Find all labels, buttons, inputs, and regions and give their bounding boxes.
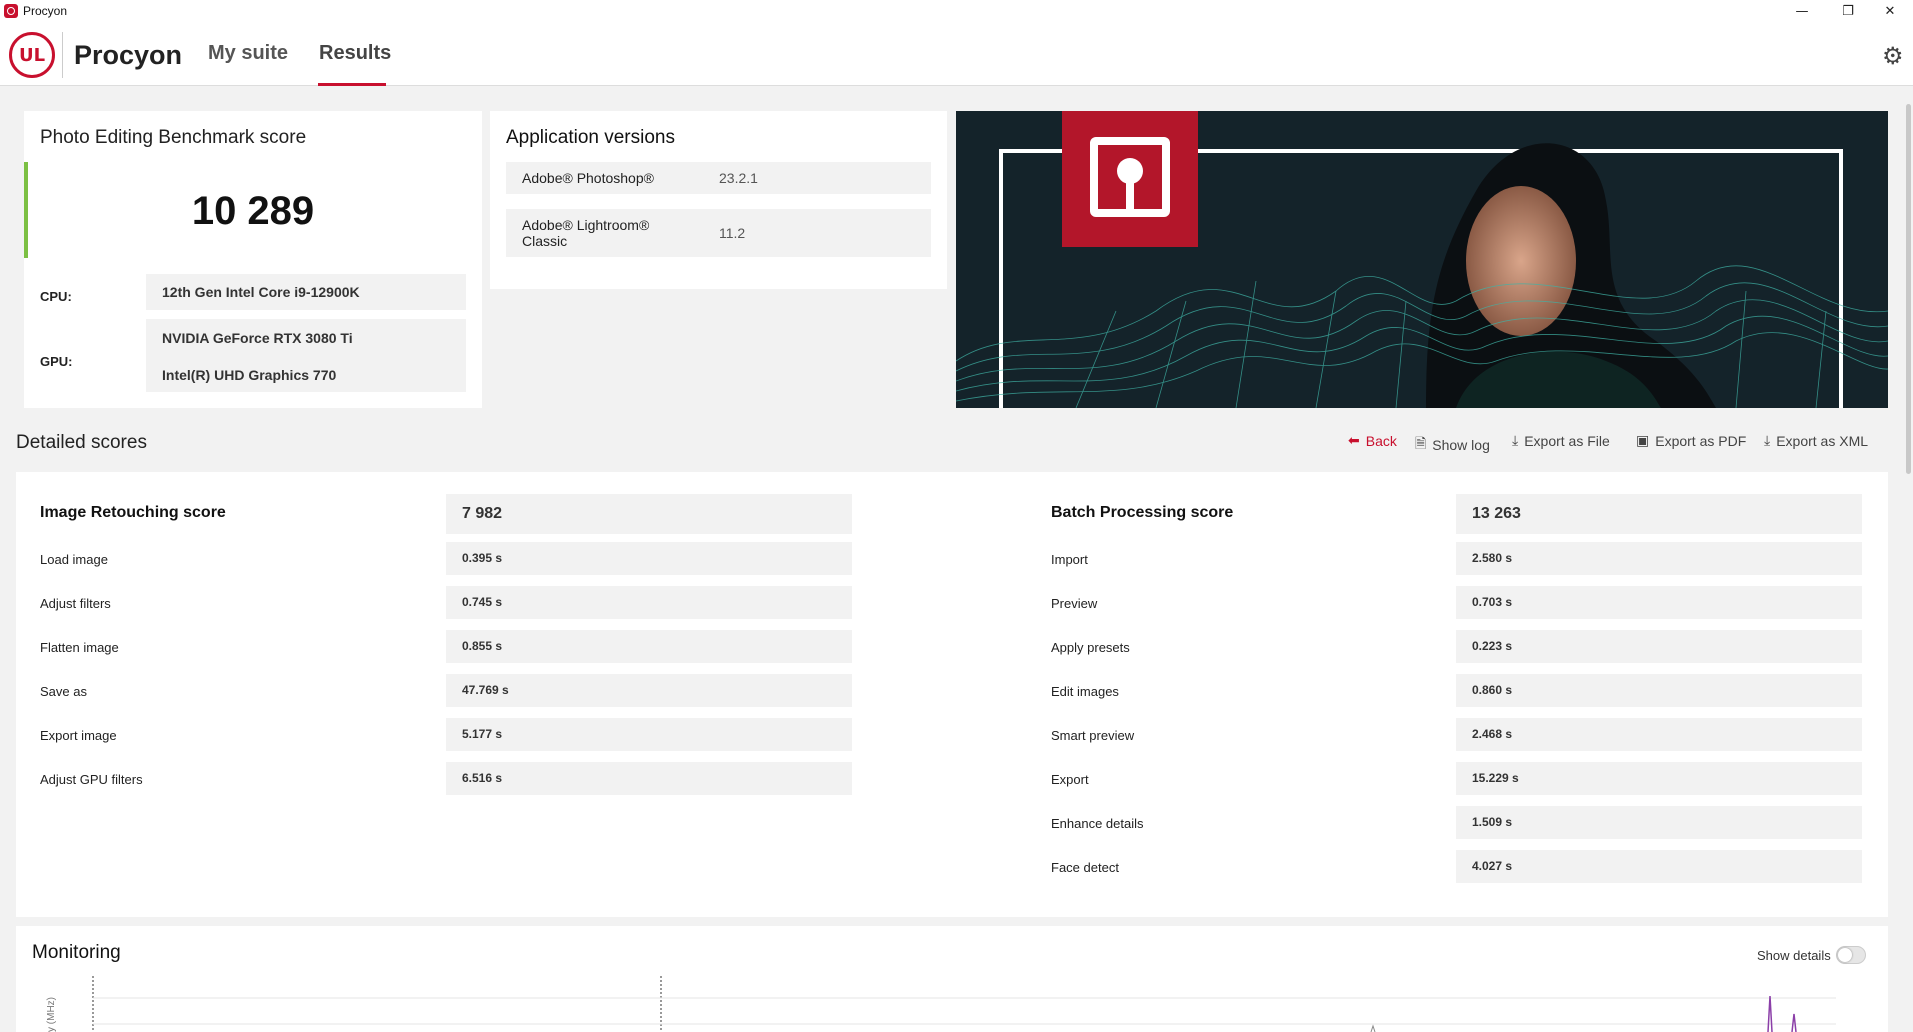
app-header: UL Procyon My suite Results ⚙	[0, 22, 1913, 86]
app-version: 11.2	[719, 225, 746, 241]
restore-button[interactable]: ❐	[1825, 0, 1871, 22]
window-title: Procyon	[23, 4, 68, 18]
benchmark-hero-image	[956, 111, 1888, 408]
detailed-scores-card: Image Retouching score 7 982 Load image …	[16, 472, 1888, 917]
gpu-value-primary: NVIDIA GeForce RTX 3080 Ti	[162, 330, 353, 346]
table-row-label: Adjust filters	[40, 596, 111, 611]
table-row-value: 0.395 s	[446, 542, 852, 575]
show-log-label: Show log	[1432, 437, 1490, 453]
hero-illustration	[956, 111, 1888, 408]
cpu-label: CPU:	[40, 289, 72, 304]
hero-face	[1466, 186, 1576, 336]
download-icon: ⤓	[1512, 433, 1519, 449]
download-icon: ⤓	[1764, 433, 1771, 449]
table-row-label: Flatten image	[40, 640, 119, 655]
document-icon: 🗎	[1415, 436, 1427, 452]
table-row-value: 0.223 s	[1456, 630, 1862, 663]
window-titlebar: Procyon — ❐ ✕	[0, 0, 1913, 22]
app-name: Adobe® Lightroom® Classic	[522, 217, 649, 249]
cpu-value-box: 12th Gen Intel Core i9-12900K	[146, 274, 466, 310]
table-row-value: 5.177 s	[446, 718, 852, 751]
export-file-label: Export as File	[1524, 433, 1610, 449]
save-icon: ▣	[1636, 433, 1650, 449]
table-row-value: 2.468 s	[1456, 718, 1862, 751]
gpu-label: GPU:	[40, 354, 73, 369]
image-retouching-score: 7 982	[446, 494, 852, 534]
arrow-left-icon: ⬅	[1348, 433, 1360, 449]
table-row-value: 0.860 s	[1456, 674, 1862, 707]
overall-score: 10 289	[191, 189, 315, 233]
table-row-label: Export image	[40, 728, 117, 743]
app-name-line1: Adobe® Lightroom®	[522, 217, 650, 233]
monitoring-card: Monitoring Show details y (MHz)	[16, 926, 1888, 1032]
score-card-title: Photo Editing Benchmark score	[40, 127, 307, 148]
close-button[interactable]: ✕	[1867, 0, 1913, 22]
monitoring-chart	[92, 976, 1836, 1032]
table-row-label: Enhance details	[1051, 816, 1144, 831]
export-pdf-label: Export as PDF	[1655, 433, 1747, 449]
minimize-button[interactable]: —	[1779, 0, 1825, 22]
table-row-value: 0.703 s	[1456, 586, 1862, 619]
app-name: Adobe® Photoshop®	[522, 170, 654, 186]
table-row-value: 4.027 s	[1456, 850, 1862, 883]
batch-processing-score: 13 263	[1456, 494, 1862, 534]
table-row-label: Face detect	[1051, 860, 1119, 875]
app-versions-title: Application versions	[506, 127, 675, 148]
table-row-value: 2.580 s	[1456, 542, 1862, 575]
gpu-value-box: NVIDIA GeForce RTX 3080 Ti Intel(R) UHD …	[146, 319, 466, 392]
table-row-label: Import	[1051, 552, 1088, 567]
table-row-label: Save as	[40, 684, 87, 699]
page-scrollbar[interactable]	[1904, 104, 1913, 1032]
ul-logo: UL	[9, 32, 55, 78]
export-xml-button[interactable]: ⤓ Export as XML	[1764, 433, 1868, 449]
brand-name: Procyon	[74, 40, 183, 70]
table-row-value: 6.516 s	[446, 762, 852, 795]
table-row-value: 0.855 s	[446, 630, 852, 663]
gpu-value-secondary: Intel(R) UHD Graphics 770	[162, 367, 337, 383]
table-row-value: 0.745 s	[446, 586, 852, 619]
export-file-button[interactable]: ⤓ Export as File	[1512, 433, 1610, 449]
nav-results[interactable]: Results	[319, 42, 391, 65]
table-row-label: Load image	[40, 552, 108, 567]
table-row-value: 1.509 s	[1456, 806, 1862, 839]
table-row-value: 47.769 s	[446, 674, 852, 707]
app-versions-card: Application versions Adobe® Photoshop® 2…	[490, 111, 947, 289]
table-row-label: Export	[1051, 772, 1089, 787]
app-row-photoshop: Adobe® Photoshop® 23.2.1	[506, 162, 931, 194]
benchmark-score-card: Photo Editing Benchmark score 10 289 CPU…	[24, 111, 482, 408]
logo-divider	[62, 32, 63, 78]
app-name-line2: Classic	[522, 233, 568, 249]
detailed-scores-title: Detailed scores	[16, 432, 147, 453]
table-row-value: 15.229 s	[1456, 762, 1862, 795]
table-row-label: Smart preview	[1051, 728, 1135, 743]
active-tab-indicator	[318, 83, 386, 86]
table-row-label: Edit images	[1051, 684, 1119, 699]
scrollbar-thumb[interactable]	[1906, 104, 1911, 474]
export-pdf-button[interactable]: ▣ Export as PDF	[1636, 433, 1746, 449]
app-version: 23.2.1	[719, 170, 758, 186]
app-row-lightroom: Adobe® Lightroom® Classic 11.2	[506, 209, 931, 257]
back-button[interactable]: ⬅ Back	[1348, 433, 1397, 449]
table-row-label: Apply presets	[1051, 640, 1130, 655]
show-log-button[interactable]: 🗎 Show log	[1415, 433, 1490, 457]
image-retouching-title: Image Retouching score	[40, 504, 226, 521]
table-row-label: Preview	[1051, 596, 1098, 611]
gear-icon[interactable]: ⚙	[1882, 42, 1904, 70]
back-label: Back	[1365, 433, 1397, 449]
nav-my-suite[interactable]: My suite	[208, 42, 288, 65]
table-row-label: Adjust GPU filters	[40, 772, 143, 787]
cpu-value: 12th Gen Intel Core i9-12900K	[162, 284, 360, 300]
export-xml-label: Export as XML	[1776, 433, 1869, 449]
app-icon	[4, 4, 18, 18]
batch-processing-title: Batch Processing score	[1051, 504, 1234, 521]
